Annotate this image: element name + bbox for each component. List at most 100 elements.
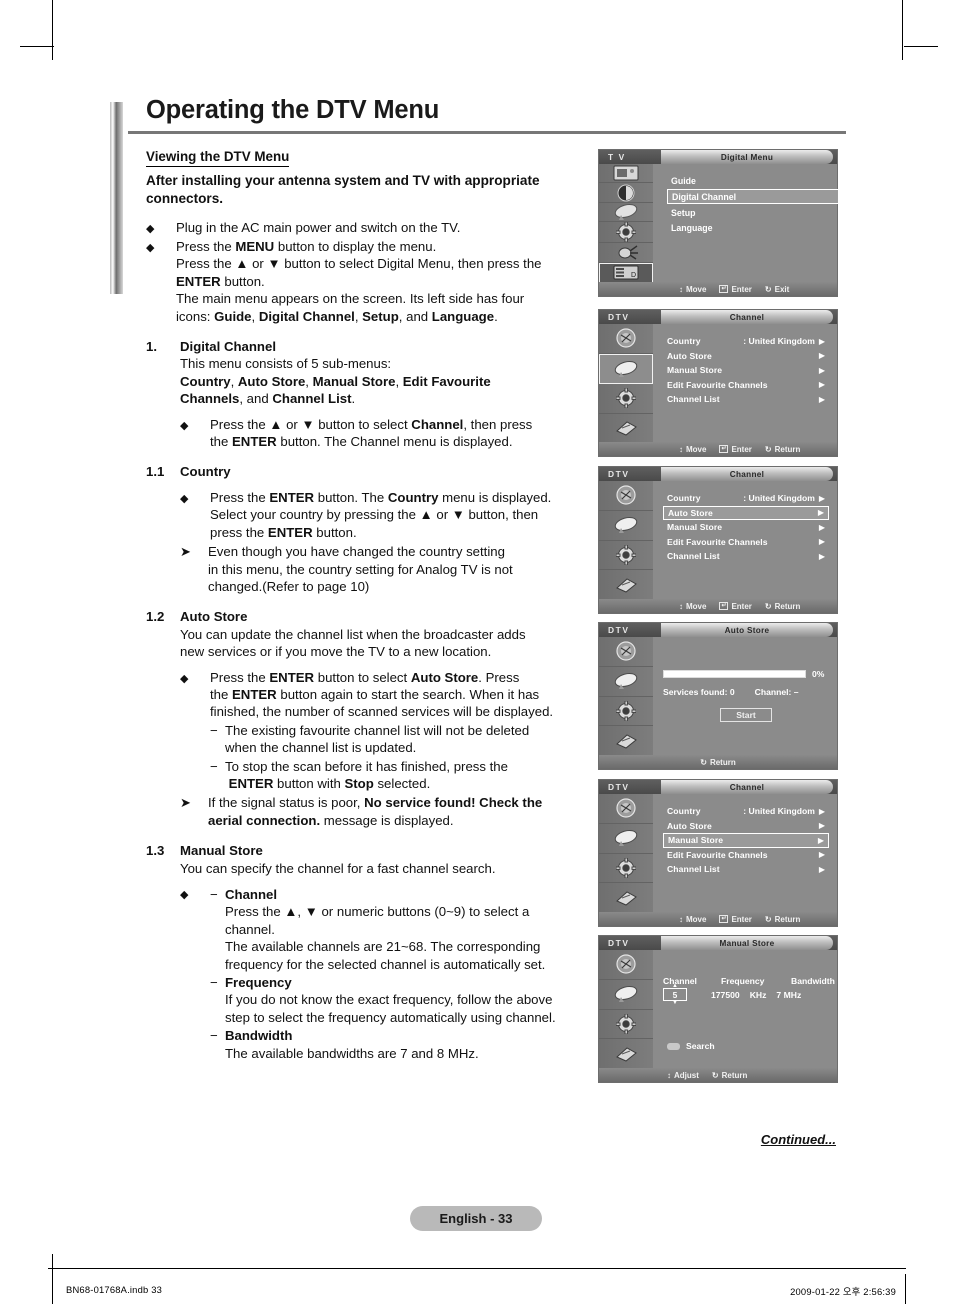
footer-move[interactable]: ↕ Move xyxy=(679,915,706,924)
channel-dish-icon[interactable] xyxy=(599,511,653,541)
osd-row-edit-fav[interactable]: Edit Favourite Channels ▶ xyxy=(663,378,829,393)
footer-enter[interactable]: ↵ Enter xyxy=(719,915,752,924)
footer-exit[interactable]: ↻ Exit xyxy=(765,285,789,294)
enter-key: ENTER xyxy=(176,273,221,289)
language-icon[interactable] xyxy=(599,414,653,443)
setup-gear-icon[interactable] xyxy=(599,1010,653,1040)
osd-title-pill: Auto Store xyxy=(661,623,833,637)
osd-row-auto-store[interactable]: Auto Store ▶ xyxy=(663,819,829,834)
setup-gear-icon[interactable] xyxy=(599,384,653,414)
guide-icon[interactable] xyxy=(599,324,653,354)
digital-menu-icon[interactable]: D xyxy=(599,262,653,284)
footer-return[interactable]: ↻ Return xyxy=(765,445,800,454)
section-1-bullet-text: Press the ▲ or ▼ button to select Channe… xyxy=(210,416,586,451)
osd-item-guide[interactable]: Guide xyxy=(667,174,700,187)
osd-item-language[interactable]: Language xyxy=(667,221,717,234)
note-arrow-icon: ➤ xyxy=(180,795,191,811)
row-label: Channel List xyxy=(667,551,720,562)
osd-menu-list: Country: United Kingdom ▶ Auto Store ▶ Man… xyxy=(653,481,837,600)
channel-dish-icon[interactable] xyxy=(599,203,653,223)
osd-title: Digital Menu xyxy=(720,152,774,162)
setup-gear-icon[interactable] xyxy=(599,541,653,571)
osd-row-country[interactable]: Country: United Kingdom ▶ xyxy=(663,804,829,819)
section-1-body: Digital Channel This menu consists of 5 … xyxy=(180,338,586,450)
section-1-2-bullet: ◆ Press the ENTER button to select Auto … xyxy=(180,669,586,793)
section-1-1-number: 1.1 xyxy=(146,464,165,480)
l2: the ENTER button again to start the sear… xyxy=(210,686,586,703)
submenu-manual-store: Manual Store xyxy=(312,373,396,389)
language-icon[interactable] xyxy=(599,570,653,600)
return-arrow-icon: ↻ xyxy=(764,601,772,611)
guide-icon[interactable] xyxy=(599,637,653,667)
footer-adjust-label: Adjust xyxy=(674,1070,699,1080)
osd-item-digital-channel-wrap: Digital Channel xyxy=(663,189,839,204)
footer-move[interactable]: ↕ Move xyxy=(679,285,706,294)
footer-move[interactable]: ↕ Move xyxy=(679,445,706,454)
sound-icon[interactable] xyxy=(599,183,653,203)
osd-row-manual-store[interactable]: Manual Store ▶ xyxy=(663,363,829,378)
footer-return[interactable]: ↻ Return xyxy=(765,602,800,611)
channel-dish-icon[interactable] xyxy=(599,824,653,854)
section-1-2: 1.2 Auto Store You can update the channe… xyxy=(146,608,586,829)
osd-item-guide-wrap: Guide xyxy=(663,174,839,187)
section-1-3-body: Manual Store You can specify the channel… xyxy=(180,842,586,1062)
osd-item-digital-channel[interactable]: Digital Channel xyxy=(667,189,839,204)
guide-icon[interactable] xyxy=(599,950,653,980)
footer-return[interactable]: ↻ Return xyxy=(712,1071,747,1080)
osd-row-country[interactable]: Country: United Kingdom ▶ xyxy=(663,491,829,506)
osd-row-edit-fav[interactable]: Edit Favourite Channels ▶ xyxy=(663,535,829,550)
picture-icon[interactable] xyxy=(599,164,653,184)
start-button[interactable]: Start xyxy=(720,708,772,722)
channel-dish-icon[interactable] xyxy=(599,980,653,1010)
chevron-right-icon: ▶ xyxy=(818,821,825,831)
guide-icon[interactable] xyxy=(599,794,653,824)
osd-item-setup-wrap: Setup xyxy=(663,206,839,219)
setup-gear-icon[interactable] xyxy=(599,697,653,727)
footer-adjust[interactable]: ↕ Adjust xyxy=(667,1071,699,1080)
osd-row-channel-list[interactable]: Channel List ▶ xyxy=(663,392,829,407)
footer-enter[interactable]: ↵ Enter xyxy=(719,445,752,454)
osd-row-channel-list[interactable]: Channel List ▶ xyxy=(663,862,829,877)
footer-return[interactable]: ↻ Return xyxy=(765,915,800,924)
setup-gear-icon[interactable] xyxy=(599,854,653,884)
t: menu is displayed. xyxy=(438,489,552,505)
manual-page: Operating the DTV Menu Viewing the DTV M… xyxy=(0,0,954,1314)
footer-return[interactable]: ↻ Return xyxy=(700,758,735,767)
channel-dish-icon[interactable] xyxy=(599,667,653,697)
language-icon[interactable] xyxy=(599,726,653,756)
osd-row-auto-store[interactable]: Auto Store ▶ xyxy=(663,505,829,520)
crop-mark-tr-v xyxy=(902,0,903,60)
osd-row-manual-store[interactable]: Manual Store ▶ xyxy=(663,520,829,535)
chevron-right-icon: ▶ xyxy=(818,850,825,860)
viewing-subhead: Viewing the DTV Menu xyxy=(146,148,290,168)
input-icon[interactable] xyxy=(599,243,653,263)
osd-item-setup[interactable]: Setup xyxy=(667,206,699,219)
return-arrow-icon: ↻ xyxy=(700,757,707,767)
osd-row-edit-fav[interactable]: Edit Favourite Channels ▶ xyxy=(663,848,829,863)
osd-row-country[interactable]: Country: United Kingdom ▶ xyxy=(663,334,829,349)
channel-dish-icon[interactable] xyxy=(599,353,653,384)
osd-screen-manual-store: DTV Manual Store Channel Frequency Bandw… xyxy=(598,935,838,1083)
l2: channel. xyxy=(225,921,275,937)
search-button[interactable]: Search xyxy=(667,1041,715,1051)
osd-row-channel-list[interactable]: Channel List ▶ xyxy=(663,549,829,564)
dash-bullet-icon: − xyxy=(210,722,218,738)
osd-screen-channel-auto-store: DTV Channel Country: United Kingdom ▶ Au… xyxy=(598,466,838,614)
footer-enter-label: Enter xyxy=(731,284,752,294)
osd-row-manual-store[interactable]: Manual Store ▶ xyxy=(663,833,829,848)
section-1-3: 1.3 Manual Store You can specify the cha… xyxy=(146,842,586,1062)
channel-stepper[interactable]: ▲ 5 ▼ xyxy=(663,983,687,1006)
t: button. The xyxy=(314,489,388,505)
guide-icon[interactable] xyxy=(599,481,653,511)
footer-enter[interactable]: ↵ Enter xyxy=(719,284,752,294)
language-icon[interactable] xyxy=(599,883,653,913)
enter-key: ENTER xyxy=(228,775,274,791)
setup-gear-icon[interactable] xyxy=(599,222,653,244)
chevron-right-icon: ▶ xyxy=(818,537,825,547)
language-icon[interactable] xyxy=(599,1039,653,1069)
enter-key: ENTER xyxy=(267,524,313,540)
footer-move[interactable]: ↕ Move xyxy=(679,602,706,611)
footer-enter[interactable]: ↵ Enter xyxy=(719,602,752,611)
osd-source-label: DTV xyxy=(608,938,630,948)
osd-row-auto-store[interactable]: Auto Store ▶ xyxy=(663,349,829,364)
